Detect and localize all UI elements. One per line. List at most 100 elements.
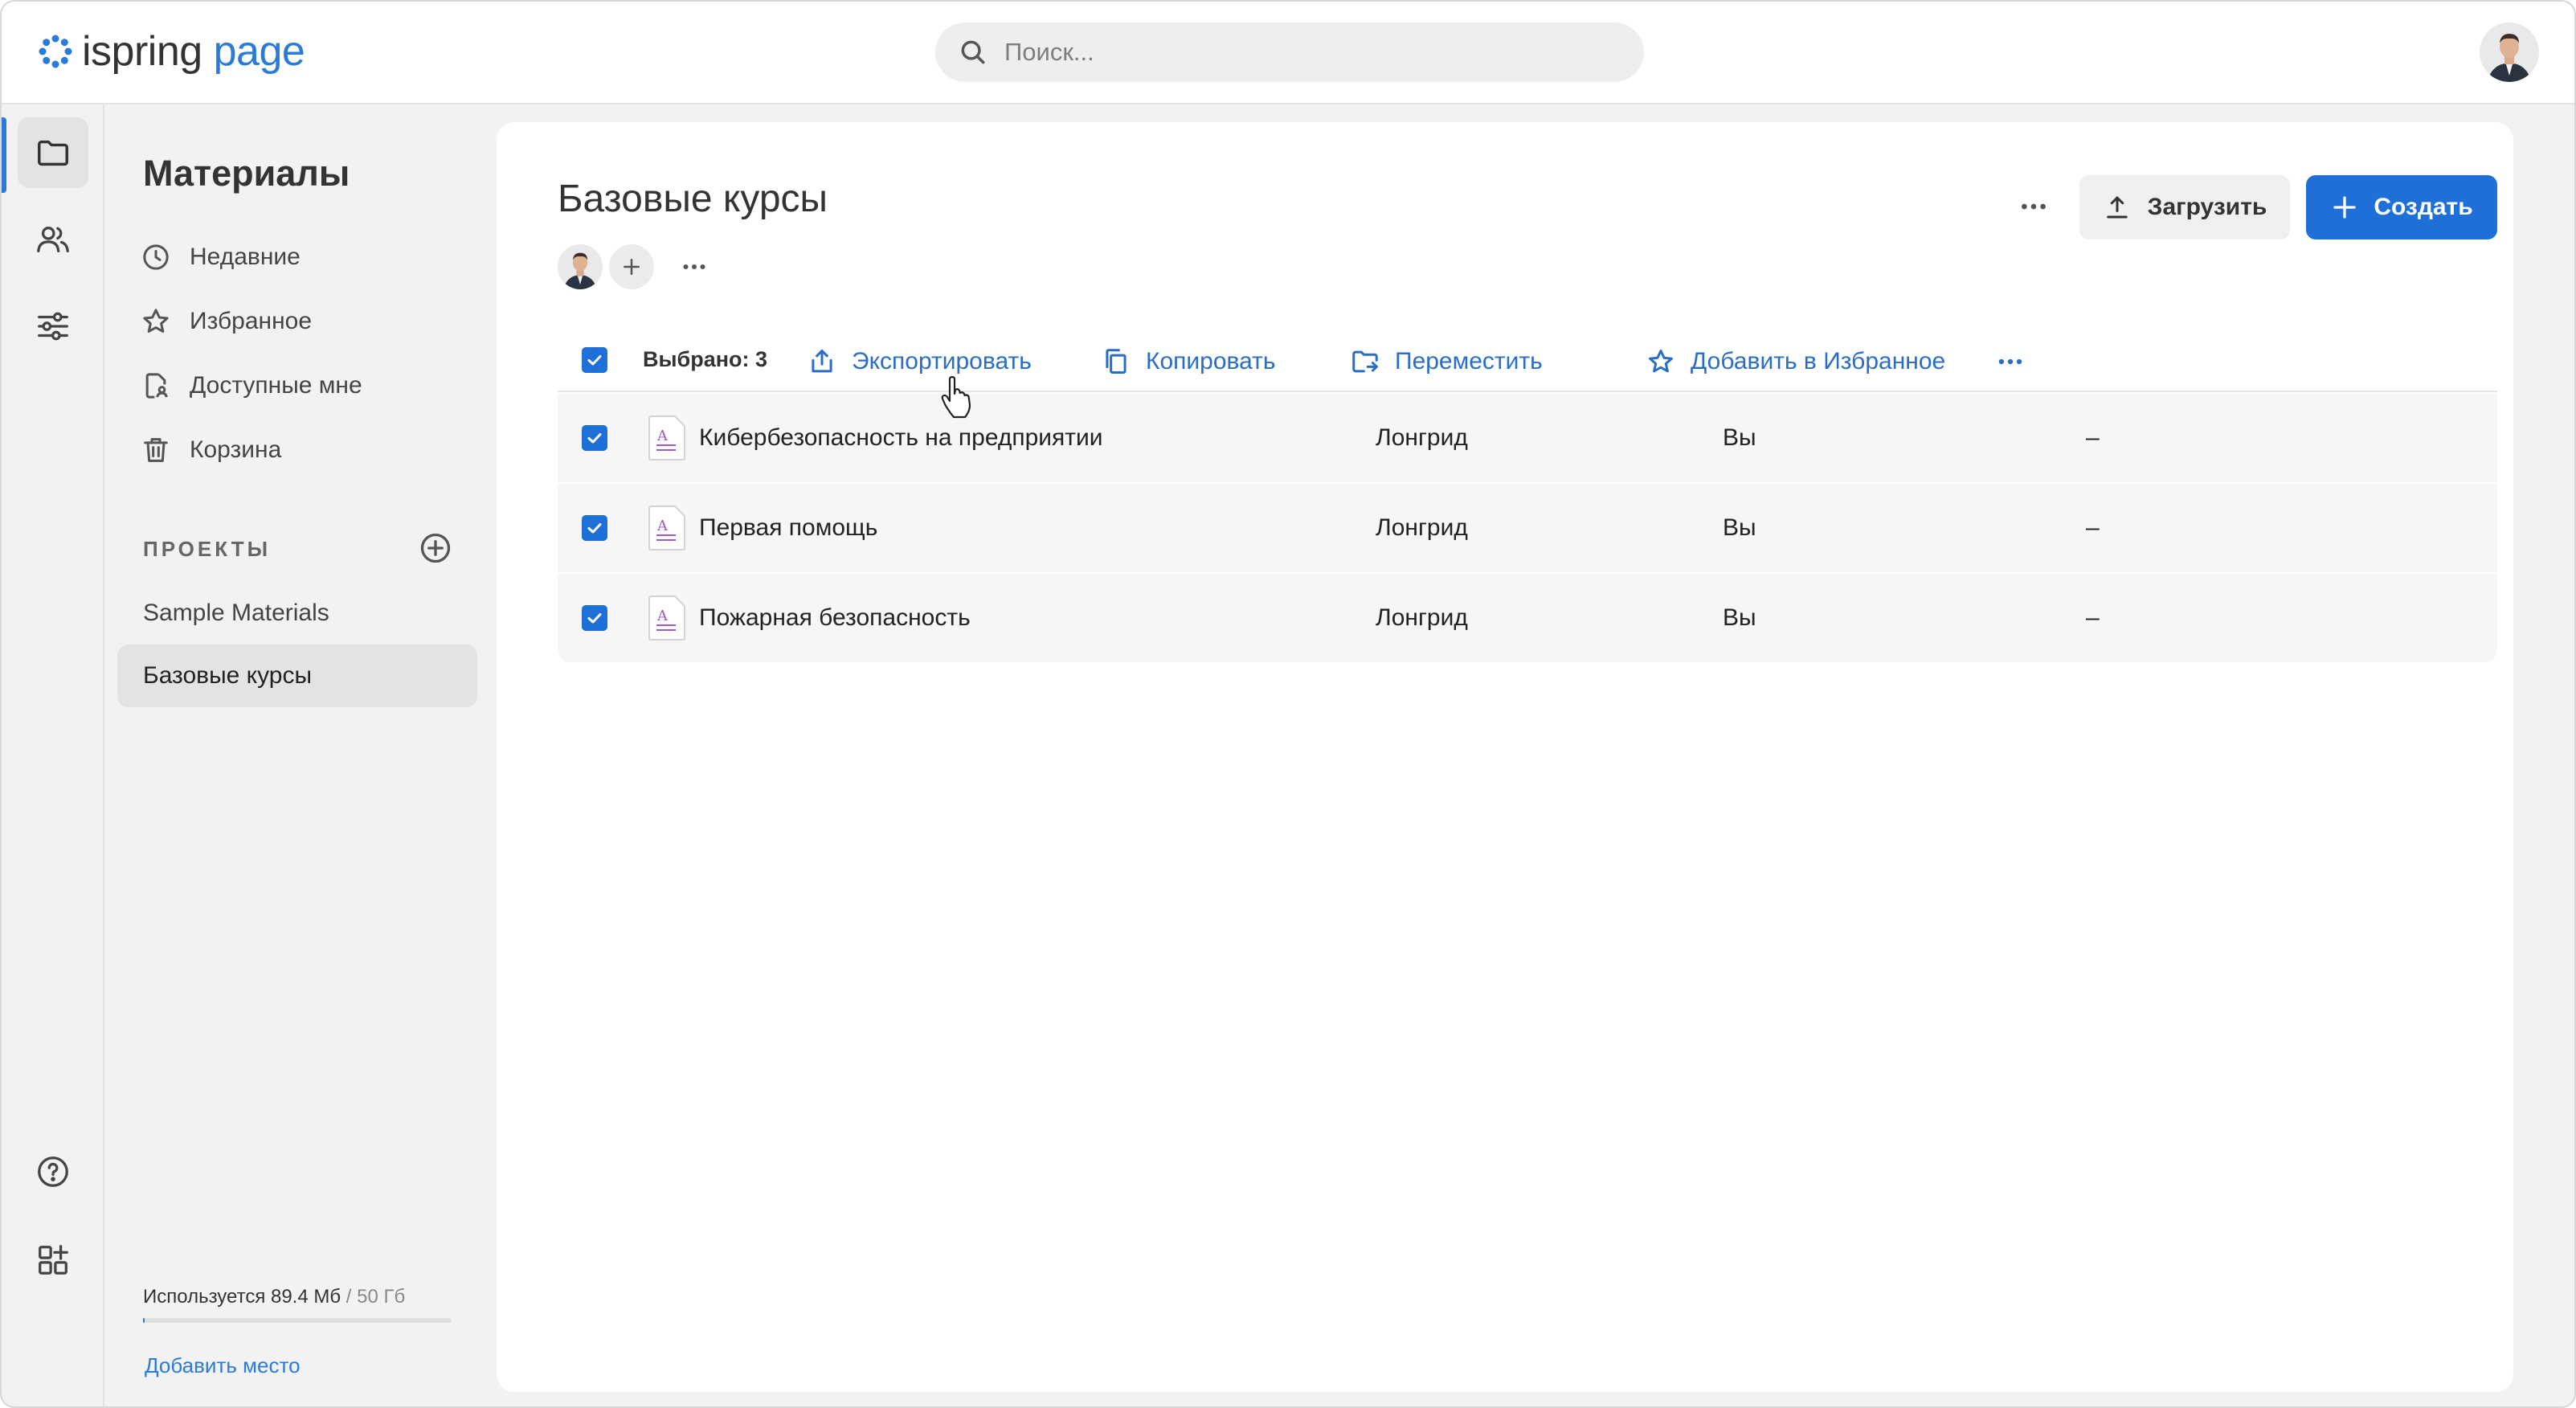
header-more-button[interactable] xyxy=(2006,178,2062,235)
check-icon xyxy=(587,523,602,534)
projects-heading: ПРОЕКТЫ xyxy=(143,537,272,561)
create-button[interactable]: Создать xyxy=(2306,175,2497,239)
row-date: – xyxy=(2086,424,2100,451)
search-box[interactable] xyxy=(935,23,1644,82)
sidebar-item-label: Недавние xyxy=(190,244,301,270)
sidebar-title: Материалы xyxy=(143,153,350,194)
ispring-logo[interactable]: ispring page xyxy=(37,29,305,74)
sidebar-item-trash[interactable]: Корзина xyxy=(140,426,281,474)
more-horizontal-icon xyxy=(2022,203,2046,210)
check-icon xyxy=(587,433,602,444)
rail-help-button[interactable] xyxy=(18,1136,88,1207)
trash-icon xyxy=(144,438,168,462)
row-checkbox[interactable] xyxy=(582,605,607,631)
upload-button-label: Загрузить xyxy=(2147,194,2267,220)
left-rail xyxy=(2,104,104,1406)
longread-doc-icon: A xyxy=(648,596,685,641)
copy-icon xyxy=(1106,349,1126,374)
user-photo-icon xyxy=(2480,23,2539,82)
selection-more-button[interactable] xyxy=(1991,342,2030,381)
users-icon xyxy=(37,226,69,253)
row-date: – xyxy=(2086,604,2100,631)
row-name[interactable]: Кибербезопасность на предприятии xyxy=(699,424,1103,452)
more-horizontal-icon xyxy=(1998,358,2022,365)
row-date: – xyxy=(2086,514,2100,541)
main-panel: Базовые курсы Загрузить Создать Выбрано:… xyxy=(497,122,2513,1392)
row-checkbox[interactable] xyxy=(582,425,607,451)
project-item-basic-courses[interactable]: Базовые курсы xyxy=(117,645,477,707)
row-name[interactable]: Пожарная безопасность xyxy=(699,604,971,632)
row-type: Лонгрид xyxy=(1376,514,1468,541)
sidebar-item-shared[interactable]: Доступные мне xyxy=(140,362,362,410)
sidebar: Материалы Недавние Избранное Доступные м… xyxy=(106,104,484,1406)
sidebar-item-favorites[interactable]: Избранное xyxy=(140,297,312,346)
move-folder-icon xyxy=(1352,350,1378,373)
move-label: Переместить xyxy=(1395,348,1543,375)
add-to-favorites-button[interactable]: Добавить в Избранное xyxy=(1646,344,1945,379)
add-to-favorites-label: Добавить в Избранное xyxy=(1691,348,1946,375)
svg-text:A: A xyxy=(656,428,669,444)
row-owner: Вы xyxy=(1723,604,1756,631)
export-label: Экспортировать xyxy=(852,348,1032,375)
member-photo-icon xyxy=(558,244,603,289)
project-item-label: Базовые курсы xyxy=(143,662,313,689)
logo-page: page xyxy=(213,28,305,75)
copy-button[interactable]: Копировать xyxy=(1101,344,1276,379)
sidebar-item-label: Корзина xyxy=(190,436,282,463)
table-row[interactable]: A Кибербезопасность на предприятии Лонгр… xyxy=(558,394,2497,482)
rail-users-button[interactable] xyxy=(18,204,88,275)
check-icon xyxy=(587,613,602,624)
rail-active-indicator xyxy=(2,117,6,193)
storage-used: Используется 89.4 Мб xyxy=(143,1286,341,1308)
logo-ispring: ispring xyxy=(82,28,202,75)
sidebar-item-label: Избранное xyxy=(190,308,313,334)
row-owner: Вы xyxy=(1723,424,1756,451)
selection-toolbar: Выбрано: 3 Экспортировать Копировать Пер… xyxy=(558,329,2497,392)
folder-icon xyxy=(38,140,68,166)
row-checkbox[interactable] xyxy=(582,515,607,541)
row-owner: Вы xyxy=(1723,514,1756,541)
copy-label: Копировать xyxy=(1146,348,1276,375)
clock-icon xyxy=(143,244,169,270)
project-item-label: Sample Materials xyxy=(143,600,329,626)
project-members xyxy=(558,244,712,289)
row-type: Лонгрид xyxy=(1376,424,1468,451)
help-icon xyxy=(38,1156,68,1187)
star-icon xyxy=(1649,350,1673,373)
sidebar-item-recent[interactable]: Недавние xyxy=(140,233,301,281)
add-project-icon[interactable] xyxy=(418,530,453,566)
rail-materials-button[interactable] xyxy=(18,117,88,188)
table-row[interactable]: A Первая помощь Лонгрид Вы – xyxy=(558,484,2497,572)
export-icon xyxy=(812,350,832,373)
rail-apps-button[interactable] xyxy=(18,1225,88,1295)
search-input[interactable] xyxy=(1004,38,1615,67)
create-button-label: Создать xyxy=(2374,194,2473,220)
storage-usage-fill xyxy=(143,1318,145,1323)
search-icon xyxy=(961,40,985,64)
add-space-link[interactable]: Добавить место xyxy=(145,1353,301,1378)
move-button[interactable]: Переместить xyxy=(1350,344,1543,379)
check-icon xyxy=(587,355,602,366)
select-all-checkbox[interactable] xyxy=(582,347,607,373)
upload-button[interactable]: Загрузить xyxy=(2079,175,2290,239)
app-window: ispring page Поиск... Материалы Недавние… xyxy=(0,0,2576,1408)
row-name[interactable]: Первая помощь xyxy=(699,514,877,542)
member-avatar[interactable] xyxy=(558,244,603,289)
rail-settings-button[interactable] xyxy=(18,291,88,362)
add-member-button[interactable] xyxy=(609,244,654,289)
user-avatar[interactable] xyxy=(2480,23,2539,82)
row-type: Лонгрид xyxy=(1376,604,1468,631)
hand-pointer-cursor-icon xyxy=(941,376,971,419)
more-horizontal-icon xyxy=(683,264,705,269)
selected-count: Выбрано: 3 xyxy=(643,347,768,371)
storage-usage-text: Используется 89.4 Мб / 50 Гб xyxy=(143,1286,405,1308)
longread-doc-icon: A xyxy=(648,505,685,551)
export-button[interactable]: Экспортировать xyxy=(807,344,1032,379)
members-more-button[interactable] xyxy=(677,249,712,284)
table-row[interactable]: A Пожарная безопасность Лонгрид Вы – xyxy=(558,574,2497,662)
storage-total: / 50 Гб xyxy=(341,1286,406,1308)
upload-icon xyxy=(2106,196,2128,219)
project-item-sample-materials[interactable]: Sample Materials xyxy=(117,582,477,645)
star-icon xyxy=(143,309,169,333)
longread-doc-icon: A xyxy=(648,415,685,460)
